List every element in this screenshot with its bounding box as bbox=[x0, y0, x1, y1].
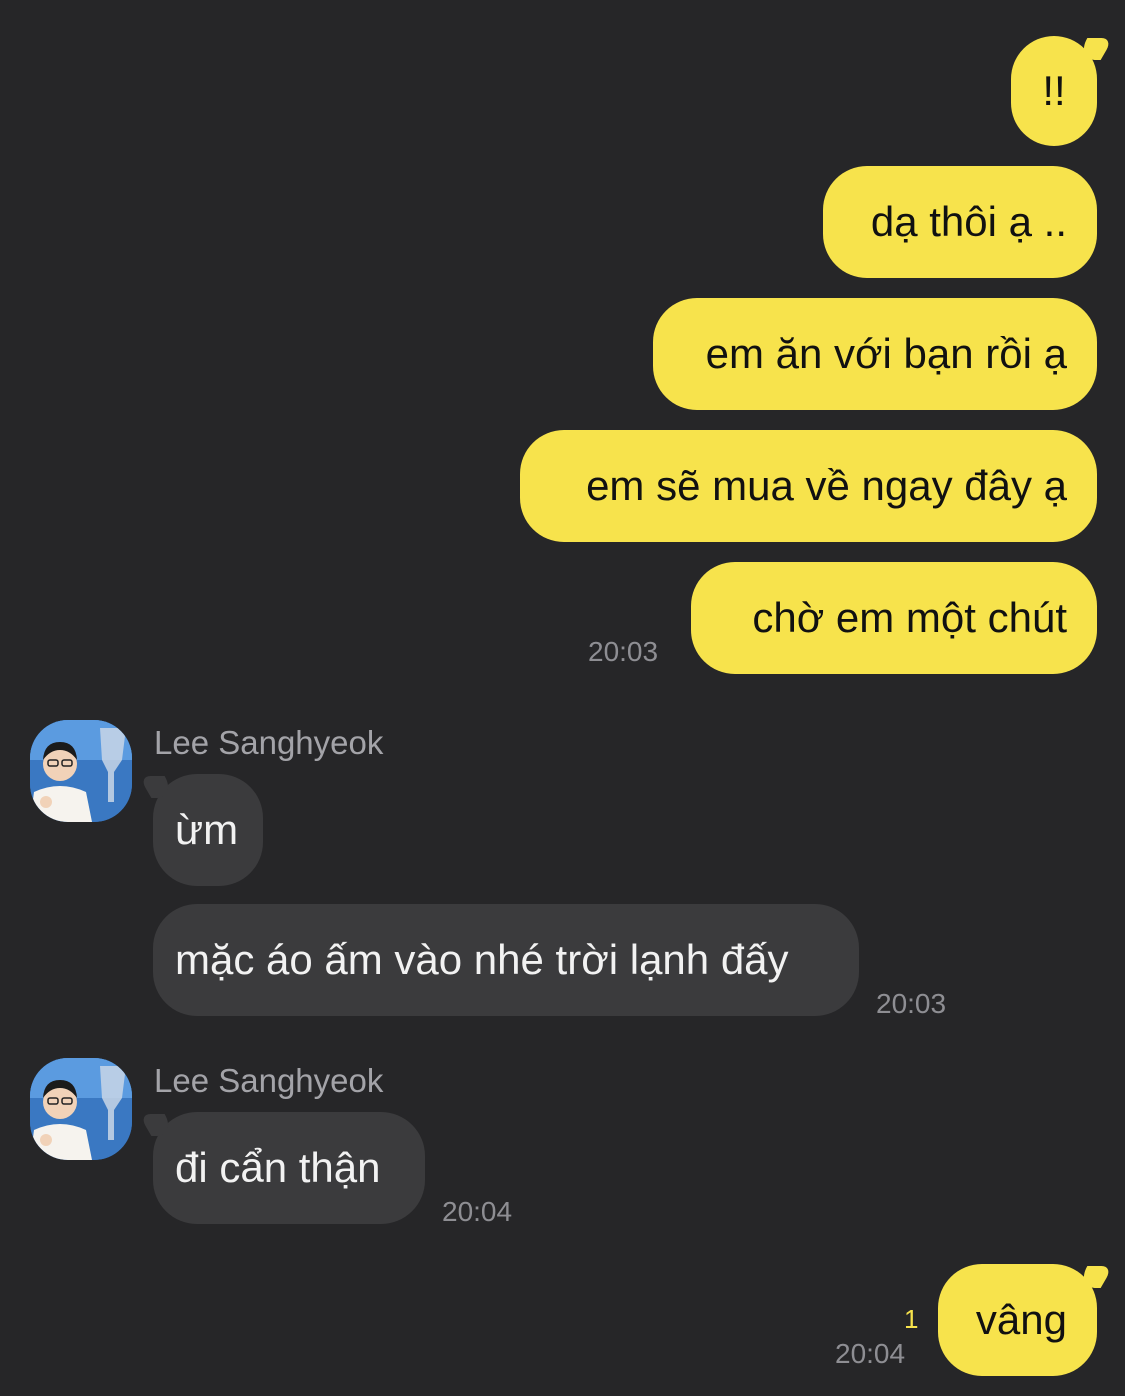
message-text: mặc áo ấm vào nhé trời lạnh đấy bbox=[175, 936, 789, 983]
message-timestamp: 20:03 bbox=[876, 988, 947, 1019]
unread-count: 1 bbox=[904, 1304, 919, 1334]
message-text: em sẽ mua về ngay đây ạ bbox=[586, 462, 1067, 509]
outgoing-message-bubble[interactable]: em ăn với bạn rồi ạ bbox=[653, 298, 1097, 410]
incoming-message-bubble[interactable]: mặc áo ấm vào nhé trời lạnh đấy bbox=[153, 904, 859, 1016]
message-timestamp: 20:04 bbox=[835, 1338, 906, 1369]
outgoing-message-bubble[interactable]: dạ thôi ạ .. bbox=[823, 166, 1097, 278]
avatar[interactable] bbox=[30, 720, 132, 822]
chat-message-list[interactable]: !! dạ thôi ạ .. em ăn với bạn rồi ạ em s… bbox=[0, 0, 1125, 1396]
message-text: dạ thôi ạ .. bbox=[870, 198, 1067, 245]
avatar[interactable] bbox=[30, 1058, 132, 1160]
message-text: đi cẩn thận bbox=[175, 1144, 381, 1191]
outgoing-message-bubble[interactable]: chờ em một chút bbox=[691, 562, 1097, 674]
profile-photo-with-trophy-icon bbox=[30, 720, 132, 822]
message-timestamp: 20:04 bbox=[442, 1196, 513, 1227]
sender-name: Lee Sanghyeok bbox=[154, 1062, 384, 1099]
message-text: !! bbox=[1042, 67, 1066, 114]
incoming-message-bubble[interactable]: đi cẩn thận bbox=[153, 1112, 425, 1224]
incoming-message-bubble[interactable]: ừm bbox=[153, 774, 263, 886]
message-timestamp: 20:03 bbox=[588, 636, 659, 667]
message-text: em ăn với bạn rồi ạ bbox=[705, 330, 1067, 377]
message-text: vâng bbox=[975, 1296, 1067, 1343]
outgoing-message-bubble[interactable]: !! bbox=[1011, 36, 1097, 146]
message-text: ừm bbox=[175, 806, 239, 853]
outgoing-message-bubble[interactable]: em sẽ mua về ngay đây ạ bbox=[520, 430, 1097, 542]
outgoing-message-bubble[interactable]: vâng bbox=[938, 1264, 1097, 1376]
profile-photo-with-trophy-icon bbox=[30, 1058, 132, 1160]
sender-name: Lee Sanghyeok bbox=[154, 724, 384, 761]
message-text: chờ em một chút bbox=[752, 594, 1067, 641]
